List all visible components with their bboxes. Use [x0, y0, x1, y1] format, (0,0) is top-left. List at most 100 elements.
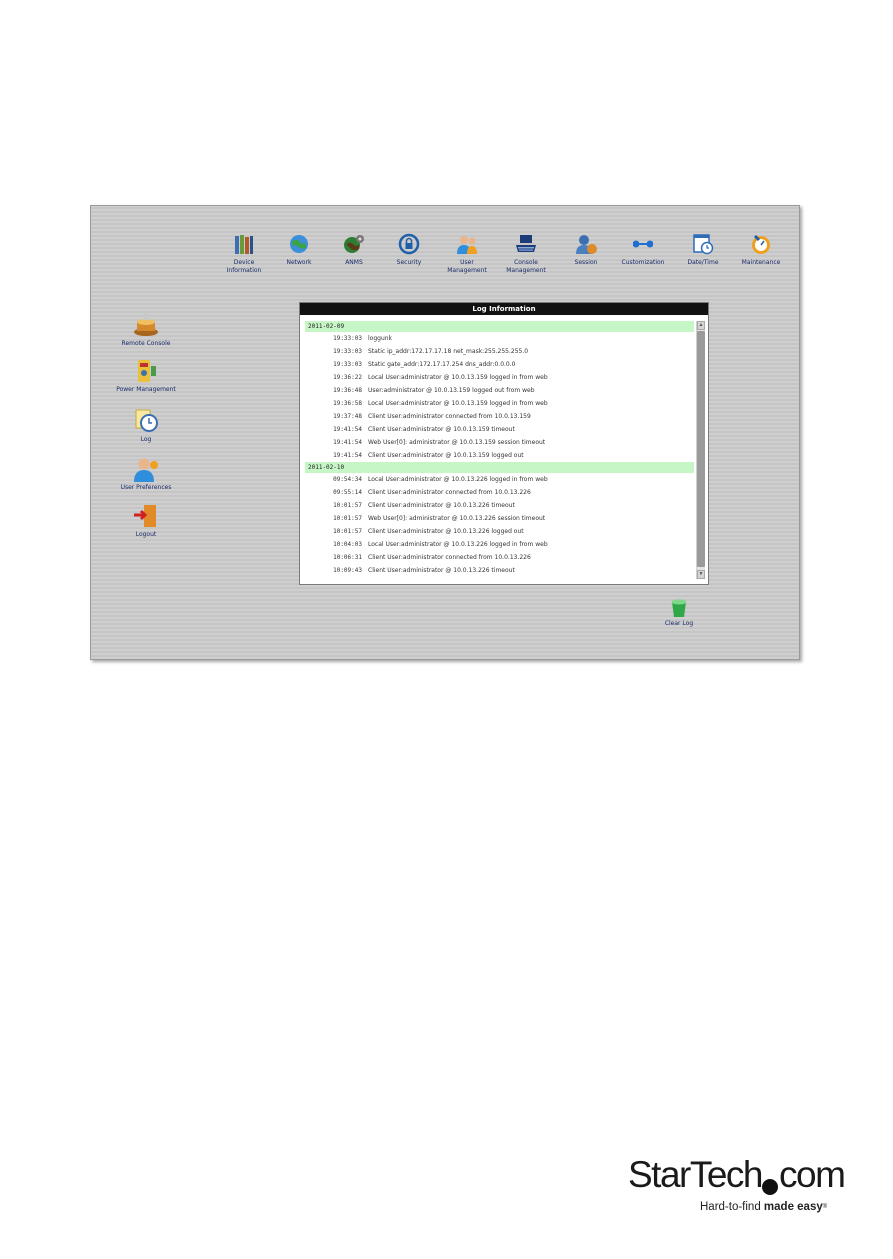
sidebar-item-remote-console[interactable]: Remote Console: [101, 312, 191, 348]
user-session-icon: [576, 235, 597, 254]
log-entry-time: 19:33:03: [333, 348, 362, 355]
sidebar-item-user-preferences[interactable]: User Preferences: [101, 456, 191, 492]
log-panel-title: Log Information: [300, 303, 708, 315]
sidebar-item-label: Logout: [135, 531, 157, 538]
log-entry-message: Local User:administrator @ 10.0.13.159 l…: [368, 374, 548, 381]
log-entry-message: Local User:administrator @ 10.0.13.159 l…: [368, 400, 548, 407]
toolbar-customization[interactable]: Customization: [613, 232, 673, 267]
globe-network-icon: [290, 235, 308, 253]
log-entry-time: 10:09:43: [333, 567, 362, 574]
log-entry-row: 19:33:03 Static ip_addr:172.17.17.18 net_…: [305, 345, 694, 358]
remote-console-icon: [134, 314, 158, 336]
log-entry-message: Client User:administrator connected from…: [368, 489, 531, 496]
log-date-row: 2011-02-09: [305, 321, 694, 332]
toolbar-label: ANMS: [345, 259, 363, 266]
log-entry-message: Static gate_addr:172.17.17.254 dns_addr:…: [368, 361, 516, 368]
log-entry-time: 19:33:03: [333, 335, 362, 342]
toolbar-anms[interactable]: ANMS: [324, 232, 384, 267]
log-entry-time: 19:36:22: [333, 374, 362, 381]
log-entry-message: Local User:administrator @ 10.0.13.226 l…: [368, 476, 548, 483]
clear-log-label: Clear Log: [664, 620, 694, 627]
log-entry-row: 19:36:22 Local User:administrator @ 10.0.…: [305, 371, 694, 384]
users-icon: [457, 236, 477, 254]
maintenance-icon: [752, 234, 770, 254]
toolbar-user-management[interactable]: User Management: [437, 232, 497, 275]
startech-logo: StarTech com Hard-to-find made easy®: [628, 1155, 858, 1225]
log-entry-time: 09:54:34: [333, 476, 362, 483]
logout-door-icon: [134, 505, 156, 527]
log-entry-time: 10:01:57: [333, 528, 362, 535]
keyboard-icon: [516, 235, 536, 252]
toolbar-label: Console Management: [506, 259, 546, 274]
log-entry-row: 19:41:54 Web User[0]: administrator @ 10.…: [305, 436, 694, 449]
brand-name: StarTech: [628, 1154, 764, 1195]
log-entry-time: 19:41:54: [333, 439, 362, 446]
sidebar-item-label: Power Management: [116, 386, 176, 393]
registered-mark: ®: [822, 1204, 828, 1210]
toolbar-label: Network: [286, 259, 312, 266]
toolbar-label: Security: [396, 259, 422, 266]
tagline-bold: made easy: [763, 1201, 823, 1213]
log-date-row: 2011-02-10: [305, 462, 694, 473]
tagline-prefix: Hard-to-find: [700, 1201, 764, 1213]
log-list[interactable]: 2011-02-09 19:33:03 loggunk 19:33:03 Static …: [305, 321, 694, 579]
toolbar-label: Maintenance: [741, 259, 781, 266]
brand-suffix: com: [779, 1154, 846, 1195]
log-entry-time: 19:41:54: [333, 452, 362, 459]
sidebar-item-power-management[interactable]: Power Management: [101, 358, 191, 394]
log-entry-time: 10:01:57: [333, 502, 362, 509]
toolbar-session[interactable]: Session: [556, 232, 616, 267]
log-entry-time: 19:36:48: [333, 387, 362, 394]
log-information-panel: Log Information 2011-02-09 19:33:03 loggun…: [299, 302, 709, 585]
log-scrollbar[interactable]: ▲ ▼: [696, 321, 705, 579]
log-entry-row: 09:54:34 Local User:administrator @ 10.0.…: [305, 473, 694, 486]
log-entry-message: Local User:administrator @ 10.0.13.226 l…: [368, 541, 548, 548]
log-entry-message: Client User:administrator @ 10.0.13.159 …: [368, 452, 524, 459]
power-management-icon: [138, 360, 156, 382]
log-entry-row: 19:33:03 loggunk: [305, 332, 694, 345]
toolbar-label: Date/Time: [687, 259, 719, 266]
scroll-down-arrow-icon[interactable]: ▼: [697, 570, 705, 579]
log-entry-row: 10:09:43 Client User:administrator @ 10.0…: [305, 564, 694, 577]
user-preferences-icon: [134, 458, 158, 482]
globe-gear-icon: [344, 235, 364, 253]
log-entry-time: 19:33:03: [333, 361, 362, 368]
log-entry-time: 09:55:14: [333, 489, 362, 496]
log-entry-message: Client User:administrator @ 10.0.13.226 …: [368, 528, 524, 535]
toolbar-security[interactable]: Security: [379, 232, 439, 267]
toolbar-maintenance[interactable]: Maintenance: [731, 232, 791, 267]
wrench-icon: [633, 240, 653, 248]
log-entry-message: Client User:administrator connected from…: [368, 413, 531, 420]
recycle-bin-icon: [671, 599, 687, 617]
sidebar-item-label: User Preferences: [120, 484, 172, 491]
log-entry-row: 10:04:03 Local User:administrator @ 10.0.…: [305, 538, 694, 551]
log-entry-message: Web User[0]: administrator @ 10.0.13.159…: [368, 439, 546, 446]
padlock-icon: [398, 233, 420, 255]
log-clock-icon: [135, 409, 158, 432]
log-entry-message: Web User[0]: administrator @ 10.0.13.226…: [368, 515, 546, 522]
sidebar-item-log[interactable]: Log: [101, 408, 191, 444]
scrollbar-thumb[interactable]: [697, 331, 705, 567]
scroll-up-arrow-icon[interactable]: ▲: [697, 321, 705, 330]
brand-dot: [762, 1179, 778, 1195]
log-entry-message: Client User:administrator @ 10.0.13.159 …: [368, 426, 515, 433]
log-entry-time: 19:41:54: [333, 426, 362, 433]
toolbar-label: Customization: [621, 259, 665, 266]
sidebar-item-logout[interactable]: Logout: [101, 503, 191, 539]
log-entry-time: 10:01:57: [333, 515, 362, 522]
toolbar-label: Session: [574, 259, 598, 266]
log-entry-time: 10:04:03: [333, 541, 362, 548]
log-entry-row: 10:06:31 Client User:administrator connec…: [305, 551, 694, 564]
toolbar-label: User Management: [447, 259, 487, 274]
log-entry-message: Client User:administrator @ 10.0.13.226 …: [368, 502, 515, 509]
log-entry-row: 10:01:57 Web User[0]: administrator @ 10.…: [305, 512, 694, 525]
toolbar-console-management[interactable]: Console Management: [496, 232, 556, 275]
sidebar-item-label: Log: [140, 436, 152, 443]
clear-log-button[interactable]: Clear Log: [657, 596, 701, 627]
toolbar-device-information[interactable]: Device Information: [214, 232, 274, 275]
toolbar-network[interactable]: Network: [269, 232, 329, 267]
log-entry-row: 19:37:48 Client User:administrator connec…: [305, 410, 694, 423]
log-entry-row: 09:55:14 Client User:administrator connec…: [305, 486, 694, 499]
sidebar-item-label: Remote Console: [121, 340, 171, 347]
toolbar-date-time[interactable]: Date/Time: [673, 232, 733, 267]
